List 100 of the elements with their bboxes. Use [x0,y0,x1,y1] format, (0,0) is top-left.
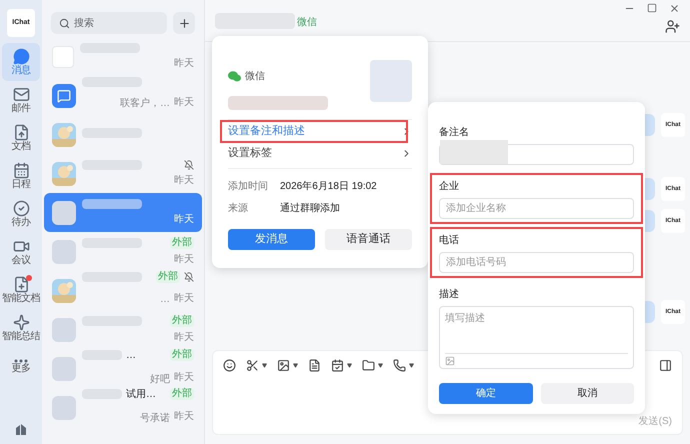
chat-row[interactable]: 昨天 [44,37,202,76]
chat-time: 昨天 [174,212,194,226]
mute-icon [184,160,194,170]
field-label: 电话 [439,234,460,248]
info-label: 来源 [228,202,249,216]
chat-row[interactable]: 外部 昨天 [44,310,202,349]
chat-row[interactable]: 联客户，… 昨天 [44,76,202,115]
redacted-value [440,140,508,164]
nav-item[interactable]: 智能总结 [2,309,40,347]
calendar-check-icon[interactable] [331,359,344,372]
nav-label: 智能总结 [2,331,40,342]
wechat-icon [228,70,241,82]
cancel-button[interactable]: 取消 [540,383,634,404]
nav-label: 日程 [12,179,30,190]
check-circle-icon [12,200,30,217]
chat-time: 昨天 [174,292,194,306]
nav-label: 邮件 [12,103,30,114]
external-tag: 外部 [170,314,194,326]
nav-item[interactable]: 待办 [2,195,40,233]
caret-icon [378,363,383,368]
search-field[interactable]: 搜索 [51,12,167,34]
chat-time: 昨天 [174,96,194,110]
menu-item[interactable]: 设置备注和描述 [228,121,412,142]
scissors-icon[interactable] [246,359,259,372]
chat-row[interactable]: 试用… 外部 号承诺 昨天 [44,388,202,427]
external-tag: 外部 [156,271,180,283]
avatar [52,356,76,380]
info-label: 添加时间 [228,180,269,194]
folder-icon[interactable] [362,359,375,372]
redacted-avatar [370,60,412,102]
description-field[interactable]: 填写描述 [439,306,634,369]
external-tag: 外部 [170,236,194,248]
avatar [52,200,76,224]
caret-icon [409,363,414,368]
emoji-icon[interactable] [223,359,236,372]
nav-item[interactable]: 智能文档 [2,271,40,309]
source-label: 微信 [245,70,265,84]
source-tag: 微信 [297,15,317,30]
avatar [52,396,76,420]
field-label: 企业 [439,180,460,194]
nav-label: 待办 [12,217,30,228]
nav-item[interactable]: 日程 [2,157,40,195]
info-value: 2026年6月18日 19:02 [280,180,377,194]
chat-time: 昨天 [174,371,194,385]
add-contact-icon[interactable] [665,19,680,34]
message-preview: 号承诺 [140,412,170,424]
message-preview: 好吧 [150,374,170,384]
input-field[interactable]: 添加电话号码 [439,252,634,273]
nav-label: 会议 [12,255,30,266]
message-preview: … [160,294,170,305]
document-icon[interactable] [308,359,321,372]
chat-time: 昨天 [174,174,194,188]
calendar-icon [12,162,30,179]
chat-time: 昨天 [174,330,194,344]
chat-title: 试用… [126,388,156,402]
voice-call-button[interactable]: 语音通话 [325,229,412,250]
nav-label: 智能文档 [2,293,40,304]
mail-icon [12,86,30,103]
document-icon [12,124,30,141]
sparkle-icon [12,314,30,331]
chat-avatar [52,84,76,108]
redacted-name [82,198,142,208]
info-value: 通过群聊添加 [280,202,340,216]
plus-icon [178,16,190,30]
add-button[interactable] [173,12,195,34]
nav-item[interactable]: 消息 [2,43,40,81]
search-icon [59,18,70,28]
avatar [52,240,76,264]
menu-item[interactable]: 设置标签 [228,143,412,164]
nav-item[interactable]: 会议 [2,233,40,271]
caret-icon [347,363,352,368]
caret-icon [262,363,267,368]
search-placeholder: 搜索 [74,16,94,30]
chat-row[interactable]: … 外部 好吧 昨天 [44,349,202,388]
nav-item[interactable]: 更多 [2,347,40,385]
avatar [52,318,76,342]
nav-item[interactable]: 邮件 [2,81,40,119]
maximize-icon[interactable] [647,3,657,13]
avatar [52,46,74,68]
chat-row[interactable]: 昨天 [44,154,202,193]
input-field[interactable]: 添加企业名称 [439,198,634,219]
field-label: 备注名 [439,126,470,140]
message-preview: 联客户，… [120,98,170,109]
chat-row[interactable]: 外部 … 昨天 [44,271,202,310]
confirm-button[interactable]: 确定 [439,383,532,404]
chat-row[interactable]: 昨天 [44,193,202,232]
mute-icon [184,272,194,282]
chat-row[interactable]: 外部 昨天 [44,232,202,271]
nav-item[interactable]: 文档 [2,119,40,157]
more-icon [14,358,28,362]
chat-time: 昨天 [174,56,194,70]
send-message-button[interactable]: 发消息 [228,229,315,250]
close-icon[interactable] [669,3,680,14]
phone-icon[interactable] [393,359,406,372]
external-tag: 外部 [170,349,194,361]
chat-title: … [126,348,136,362]
image-icon[interactable] [277,359,290,372]
side-panel-icon[interactable] [659,359,672,372]
placeholder-text: 填写描述 [445,312,486,326]
chat-time: 昨天 [174,252,194,266]
